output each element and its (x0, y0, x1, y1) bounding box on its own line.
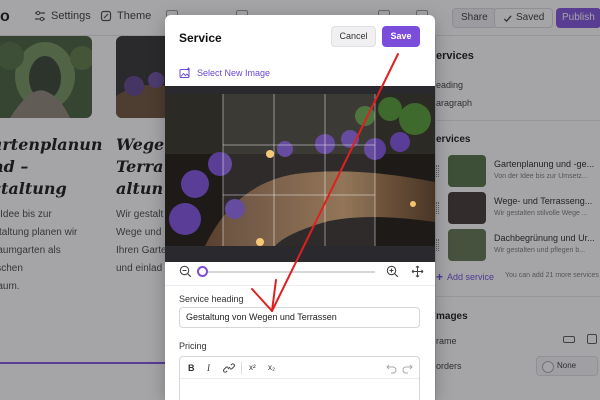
subscript-button[interactable]: x₂ (268, 361, 275, 375)
save-button[interactable]: Save (382, 26, 420, 47)
zoom-slider-handle[interactable] (197, 266, 208, 277)
modal-title: Service (179, 31, 222, 45)
link-icon[interactable] (223, 362, 235, 374)
zoom-slider-track[interactable] (201, 271, 375, 273)
pricing-editor[interactable]: B I x² x₂ (179, 356, 420, 400)
divider (165, 285, 435, 286)
undo-icon[interactable] (386, 363, 397, 374)
service-heading-label: Service heading (179, 294, 244, 304)
toolbar-divider (241, 362, 242, 374)
service-modal: Service Cancel Save Select New Image Ser… (165, 15, 435, 400)
crop-photo (165, 94, 435, 246)
superscript-button[interactable]: x² (249, 361, 256, 375)
bold-button[interactable]: B (188, 361, 195, 375)
move-icon[interactable] (411, 265, 424, 278)
image-crop-area[interactable] (165, 86, 435, 262)
redo-icon[interactable] (402, 363, 413, 374)
pricing-label: Pricing (179, 341, 207, 351)
select-new-image-label: Select New Image (197, 68, 271, 78)
image-add-icon (179, 67, 190, 78)
zoom-control (179, 265, 424, 279)
italic-button[interactable]: I (207, 361, 210, 375)
editor-toolbar: B I x² x₂ (180, 357, 419, 379)
zoom-in-icon[interactable] (386, 265, 399, 278)
select-new-image-button[interactable]: Select New Image (179, 67, 270, 79)
zoom-out-icon[interactable] (179, 265, 192, 278)
cancel-button[interactable]: Cancel (331, 26, 376, 47)
service-heading-input[interactable]: Gestaltung von Wegen und Terrassen (179, 307, 420, 328)
